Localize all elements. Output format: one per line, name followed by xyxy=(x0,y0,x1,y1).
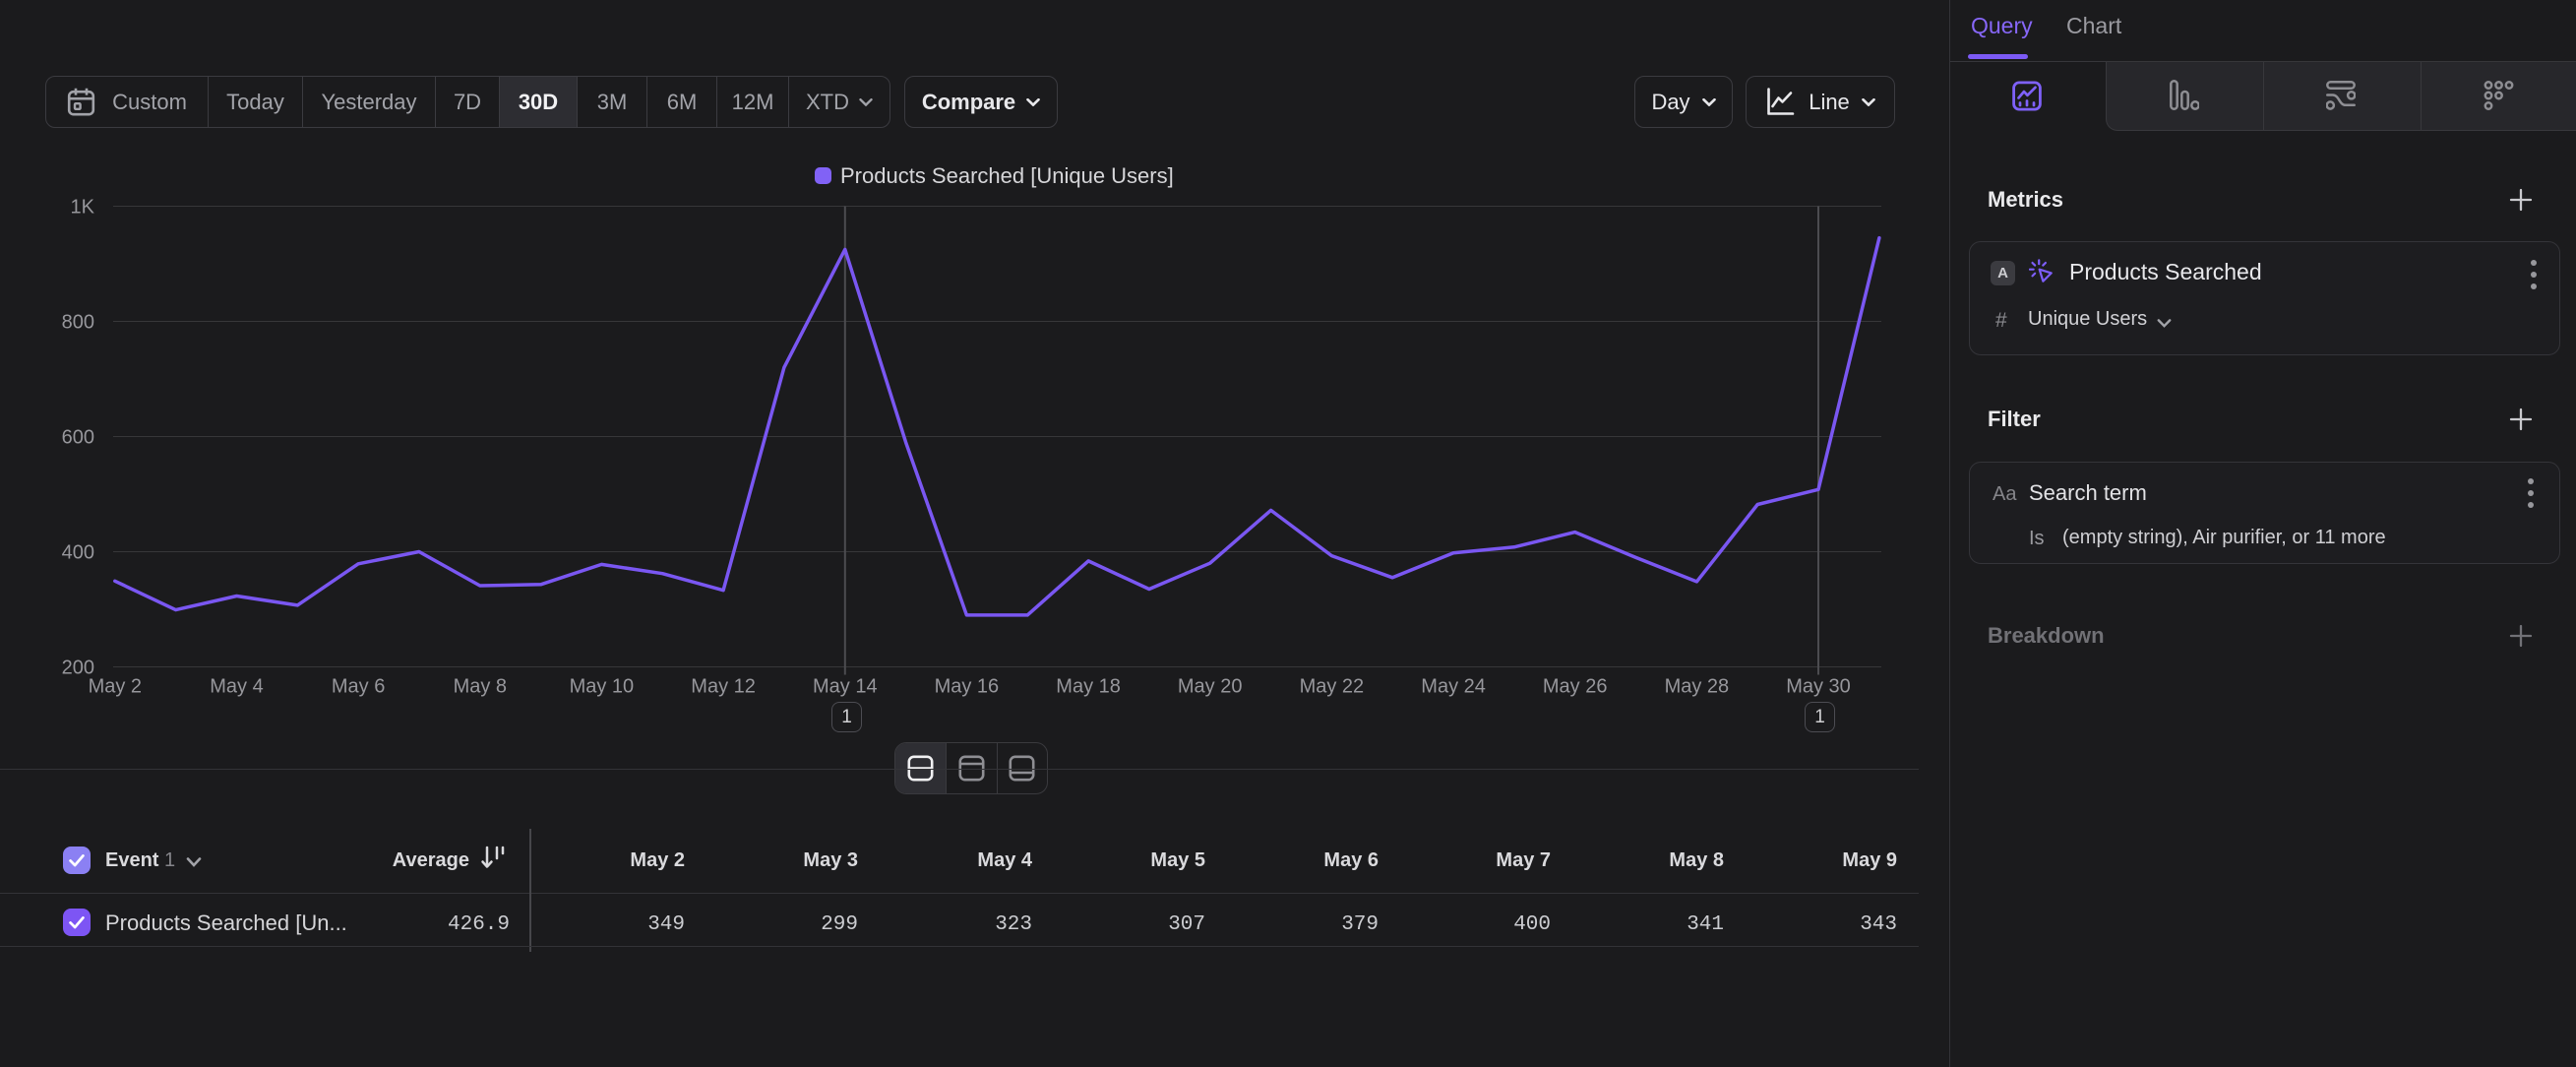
svg-text:May 30: May 30 xyxy=(1786,676,1851,698)
svg-text:May 16: May 16 xyxy=(935,676,1000,698)
svg-text:May 20: May 20 xyxy=(1178,676,1243,698)
svg-text:May 12: May 12 xyxy=(691,676,756,698)
svg-text:May 24: May 24 xyxy=(1421,676,1486,698)
svg-text:May 10: May 10 xyxy=(570,676,635,698)
svg-text:May 14: May 14 xyxy=(813,676,878,698)
svg-text:May 26: May 26 xyxy=(1543,676,1608,698)
svg-text:800: 800 xyxy=(62,312,94,334)
svg-text:400: 400 xyxy=(62,542,94,564)
svg-text:May 2: May 2 xyxy=(89,676,142,698)
svg-text:May 4: May 4 xyxy=(210,676,263,698)
svg-text:May 28: May 28 xyxy=(1665,676,1730,698)
svg-text:May 22: May 22 xyxy=(1300,676,1365,698)
svg-text:1K: 1K xyxy=(71,197,95,219)
svg-text:600: 600 xyxy=(62,427,94,449)
svg-text:May 18: May 18 xyxy=(1056,676,1121,698)
svg-text:May 8: May 8 xyxy=(454,676,507,698)
svg-text:May 6: May 6 xyxy=(332,676,385,698)
